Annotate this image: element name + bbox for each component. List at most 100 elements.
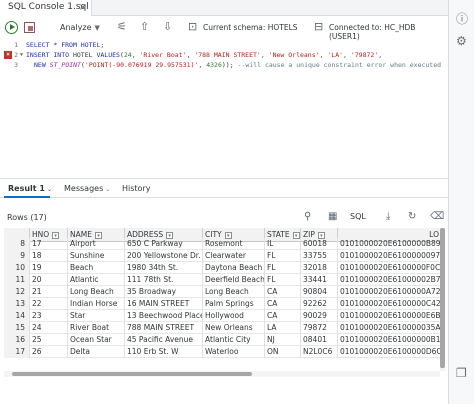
cell-city[interactable]: Long Beach [203,286,265,298]
tab-sql-console[interactable]: SQL Console 1.sql × [0,0,92,16]
cell-location[interactable]: 0101000020E6100000097E65 [338,250,444,262]
chart-icon[interactable]: ▦ [328,211,337,222]
cell-city[interactable]: New Orleans [203,322,265,334]
cell-location[interactable]: 0101000020E6100000F0C [338,262,444,274]
cell-hno[interactable]: 26 [30,346,68,358]
cell-hno[interactable]: 25 [30,334,68,346]
run-button[interactable] [5,21,18,34]
cell-hno[interactable]: 18 [30,250,68,262]
table-row[interactable]: 16 25 Ocean Star 45 Pacific Avenue Atlantic … [4,334,444,346]
cell-address[interactable]: 111 78th St. [125,274,203,286]
cell-hno[interactable]: 21 [30,286,68,298]
results-grid[interactable]: HNO ▾ NAME ▾ ADDRESS ▾ CITY ▾ STATE ▾ ZIP ▾ LO… [4,228,444,378]
cell-address[interactable]: 788 MAIN STREET [125,322,203,334]
cell-city[interactable]: Deerfield Beach [203,274,265,286]
cell-location[interactable]: 0101000020E6100000A7255 [338,286,444,298]
cell-name[interactable]: Indian Horse [68,298,125,310]
cell-state[interactable]: CA [265,286,301,298]
cell-city[interactable]: Clearwater [203,250,265,262]
cell-zip[interactable]: N2L0C6 [301,346,338,358]
cell-hno[interactable]: 20 [30,274,68,286]
cell-zip[interactable]: 92262 [301,298,338,310]
clear-icon[interactable]: ⌫ [430,211,444,222]
close-tab-icon[interactable]: × [79,0,87,15]
cell-city[interactable]: Hollywood [203,310,265,322]
cell-name[interactable]: Beach [68,262,125,274]
cell-name[interactable]: Ocean Star [68,334,125,346]
cell-location[interactable]: 0101000020E61000000B1E4 [338,334,444,346]
refresh-icon[interactable]: ↻ [408,211,416,222]
cell-address[interactable]: 45 Pacific Avenue [125,334,203,346]
cell-state[interactable]: ON [265,346,301,358]
restore-panel-icon[interactable]: ❐ [456,366,467,380]
cell-zip[interactable]: 60018 [301,238,338,250]
cell-name[interactable]: Atlantic [68,274,125,286]
fold-toggle-icon[interactable]: ▼ [20,50,23,60]
format-code-icon[interactable]: ⚟ [117,21,127,33]
cell-location[interactable]: 0101000020E610000035A5CA [338,322,444,334]
cell-address[interactable]: 1980 34th St. [125,262,203,274]
cell-city[interactable]: Daytona Beach [203,262,265,274]
table-row[interactable]: 15 24 River Boat 788 MAIN STREET New Orleans… [4,322,444,334]
cell-city[interactable]: Waterloo [203,346,265,358]
tab-result-1[interactable]: Result 1 ⌄ [8,184,52,193]
cell-zip[interactable]: 33755 [301,250,338,262]
cell-address[interactable]: 13 Beechwood Place [125,310,203,322]
horizontal-scrollbar[interactable] [4,371,440,377]
cell-name[interactable]: River Boat [68,322,125,334]
table-row[interactable]: 14 23 Star 13 Beechwood Place Hollywood CA 900… [4,310,444,322]
cell-address[interactable]: 200 Yellowstone Dr. [125,250,203,262]
cell-zip[interactable]: 08401 [301,334,338,346]
table-row[interactable]: 17 26 Delta 110 Erb St. W Waterloo ON N2L0C6 01… [4,346,444,358]
cell-location[interactable]: 0101000020E6100000E6B0F [338,310,444,322]
stop-button[interactable] [24,22,35,33]
cell-name[interactable]: Delta [68,346,125,358]
table-row[interactable]: 8 17 Airport 650 C Parkway Rosemont IL 60018 01… [4,238,444,250]
cell-state[interactable]: FL [265,274,301,286]
tab-history[interactable]: History [122,184,150,193]
current-schema-label[interactable]: Current schema: HOTELS [203,23,298,32]
cell-address[interactable]: 16 MAIN STREET [125,298,203,310]
cell-location[interactable]: 0101000020E6100000B891B [338,238,444,250]
cell-state[interactable]: CA [265,310,301,322]
vertical-scrollbar[interactable] [440,228,445,371]
cell-state[interactable]: FL [265,262,301,274]
cell-location[interactable]: 0101000020E61000002B7B9 [338,274,444,286]
cell-zip[interactable]: 90804 [301,286,338,298]
cell-city[interactable]: Rosemont [203,238,265,250]
cell-location[interactable]: 0101000020E6100000D6C40 [338,346,444,358]
cell-name[interactable]: Star [68,310,125,322]
analyze-dropdown[interactable]: Analyze ▼ [60,23,100,32]
cell-hno[interactable]: 17 [30,238,68,250]
download-icon[interactable]: ⤓ [386,211,390,222]
table-row[interactable]: 13 22 Indian Horse 16 MAIN STREET Palm Sprin… [4,298,444,310]
cell-zip[interactable]: 32018 [301,262,338,274]
sql-button[interactable]: SQL [350,212,366,221]
cell-city[interactable]: Palm Springs [203,298,265,310]
cell-zip[interactable]: 79872 [301,322,338,334]
cell-zip[interactable]: 33441 [301,274,338,286]
download-icon[interactable]: ⇩ [163,21,172,33]
cell-state[interactable]: CA [265,298,301,310]
table-row[interactable]: 9 18 Sunshine 200 Yellowstone Dr. Clearwater… [4,250,444,262]
tab-messages[interactable]: Messages ⌄ [64,184,110,193]
upload-icon[interactable]: ⇧ [140,21,149,33]
cell-hno[interactable]: 23 [30,310,68,322]
filter-icon[interactable]: ⚲ [304,211,311,222]
cell-city[interactable]: Atlantic City [203,334,265,346]
info-icon[interactable]: ⓘ [456,10,468,27]
cell-address[interactable]: 650 C Parkway [125,238,203,250]
settings-gear-icon[interactable]: ⚙ [456,34,467,48]
cell-state[interactable]: FL [265,250,301,262]
cell-hno[interactable]: 19 [30,262,68,274]
cell-location[interactable]: 0101000020E6100000C4228 [338,298,444,310]
panel-splitter[interactable] [0,178,448,179]
scrollbar-thumb[interactable] [12,372,252,376]
cell-address[interactable]: 110 Erb St. W [125,346,203,358]
scrollbar-thumb[interactable] [440,228,445,368]
cell-state[interactable]: LA [265,322,301,334]
table-row[interactable]: 12 21 Long Beach 35 Broadway Long Beach CA 908… [4,286,444,298]
cell-hno[interactable]: 24 [30,322,68,334]
sql-editor[interactable]: 1 SELECT * FROM HOTEL; × 2 ▼ INSERT INTO… [0,38,448,178]
cell-hno[interactable]: 22 [30,298,68,310]
